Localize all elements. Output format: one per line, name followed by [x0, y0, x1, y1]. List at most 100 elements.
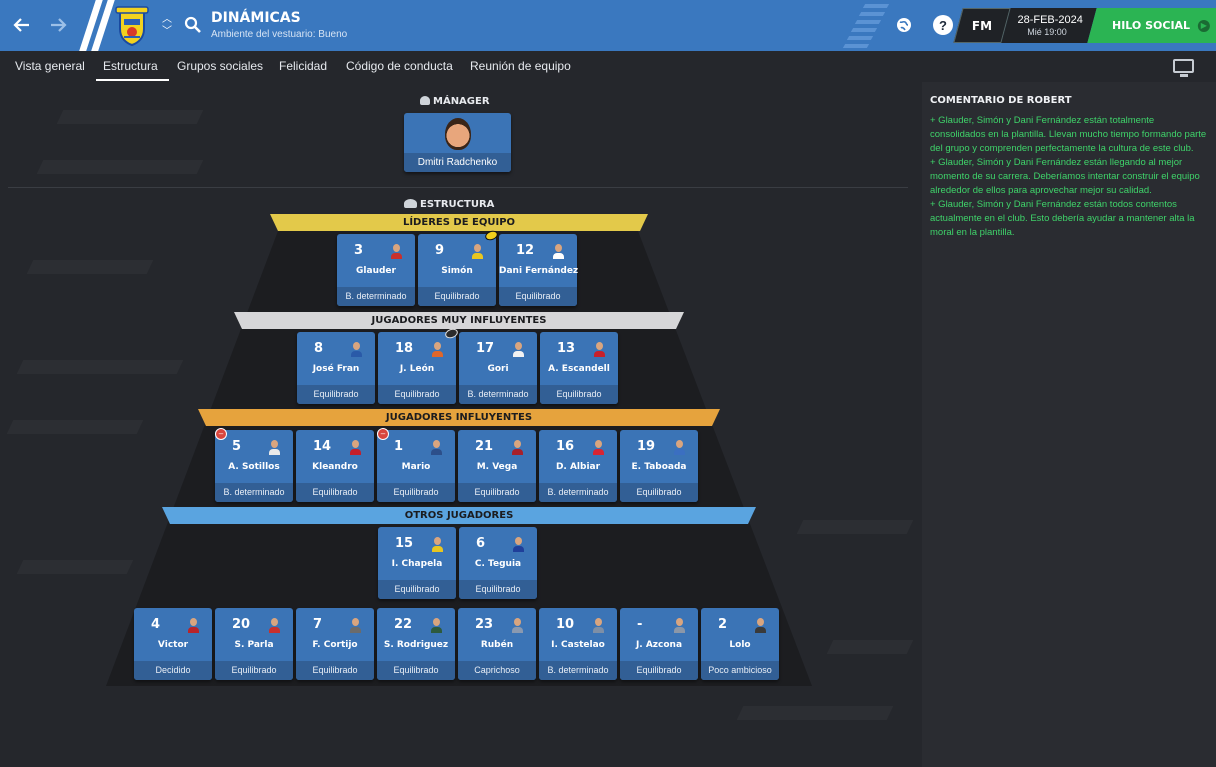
personality-label: Equilibrado: [458, 483, 536, 502]
player-name: Lolo: [729, 640, 751, 650]
squad-number: 17: [476, 341, 495, 356]
personality-label: Equilibrado: [378, 385, 456, 404]
player-card[interactable]: 8 José Fran Equilibrado: [297, 332, 375, 404]
player-card[interactable]: 2 Lolo Poco ambicioso: [701, 608, 779, 680]
player-card[interactable]: 20 S. Parla Equilibrado: [215, 608, 293, 680]
tier-banner-leaders: LÍDERES DE EQUIPO: [270, 214, 648, 231]
squad-number: 23: [475, 617, 494, 632]
squad-number: 1: [394, 439, 404, 454]
player-name: I. Chapela: [391, 559, 443, 569]
player-portrait: [430, 535, 445, 552]
personality-label: Equilibrado: [296, 661, 374, 680]
squad-number: 21: [475, 439, 494, 454]
player-portrait: [592, 340, 607, 357]
squad-number: 12: [516, 243, 535, 258]
player-name: Mario: [401, 462, 431, 472]
player-name: J. León: [399, 364, 435, 374]
personality-label: Equilibrado: [499, 287, 577, 306]
player-name: I. Castelao: [551, 640, 605, 650]
player-card[interactable]: 23 Rubén Caprichoso: [458, 608, 536, 680]
player-card[interactable]: 6 C. Teguia Equilibrado: [459, 527, 537, 599]
player-portrait: [430, 340, 445, 357]
player-portrait: [672, 616, 687, 633]
tier-label: OTROS JUGADORES: [404, 510, 514, 521]
player-card[interactable]: 3 Glauder B. determinado: [337, 234, 415, 306]
personality-label: Equilibrado: [377, 483, 455, 502]
player-card[interactable]: 21 M. Vega Equilibrado: [458, 430, 536, 502]
player-card[interactable]: 4 Victor Decidido: [134, 608, 212, 680]
squad-number: 18: [395, 341, 414, 356]
player-portrait: [429, 438, 444, 455]
player-card[interactable]: 9 Simón Equilibrado: [418, 229, 500, 306]
player-card[interactable]: 5 A. Sotillos B. determinado –: [215, 428, 293, 502]
player-name: Victor: [157, 640, 189, 650]
coach-comment-panel: COMENTARIO DE ROBERT + Glauder, Simón y …: [922, 82, 1216, 767]
player-name: S. Rodriguez: [383, 640, 449, 650]
player-card[interactable]: 12 Dani Fernández Equilibrado: [499, 234, 579, 306]
player-name: E. Taboada: [631, 462, 687, 472]
squad-number: 7: [313, 617, 323, 632]
player-card[interactable]: 14 Kleandro Equilibrado: [296, 430, 374, 502]
personality-label: Decidido: [134, 661, 212, 680]
player-card[interactable]: - J. Azcona Equilibrado: [620, 608, 698, 680]
player-name: José Fran: [312, 364, 360, 374]
player-name: A. Escandell: [548, 364, 610, 374]
player-name: A. Sotillos: [228, 462, 280, 472]
player-portrait: [349, 340, 364, 357]
squad-number: 15: [395, 536, 414, 551]
personality-label: Equilibrado: [297, 385, 375, 404]
player-portrait: [470, 242, 485, 259]
squad-number: 5: [232, 439, 242, 454]
player-portrait: [510, 438, 525, 455]
squad-number: 6: [476, 536, 486, 551]
player-card[interactable]: 22 S. Rodriguez Equilibrado: [377, 608, 455, 680]
personality-label: Equilibrado: [540, 385, 618, 404]
comment-list: + Glauder, Simón y Dani Fernández están …: [930, 114, 1210, 240]
personality-label: Equilibrado: [378, 580, 456, 599]
squad-number: 10: [556, 617, 575, 632]
player-name: Dani Fernández: [499, 266, 579, 276]
player-portrait: [429, 616, 444, 633]
personality-label: Equilibrado: [620, 483, 698, 502]
personality-label: Equilibrado: [418, 287, 496, 306]
player-portrait: [753, 616, 768, 633]
tier-label: JUGADORES MUY INFLUYENTES: [371, 315, 547, 326]
player-name: Rubén: [480, 640, 514, 650]
squad-number: 13: [557, 341, 576, 356]
player-portrait: [511, 535, 526, 552]
player-card[interactable]: 1 Mario Equilibrado –: [377, 428, 455, 502]
warning-icon[interactable]: –: [215, 428, 227, 440]
player-card[interactable]: 10 I. Castelao B. determinado: [539, 608, 617, 680]
player-card[interactable]: 16 D. Albiar B. determinado: [539, 430, 617, 502]
player-portrait: [389, 242, 404, 259]
comment-item: + Glauder, Simón y Dani Fernández están …: [930, 199, 1195, 238]
squad-number: 2: [718, 617, 728, 632]
player-name: S. Parla: [234, 640, 274, 650]
warning-icon[interactable]: –: [377, 428, 389, 440]
squad-number: 9: [435, 243, 445, 258]
player-card[interactable]: 17 Gori B. determinado: [459, 332, 537, 404]
personality-label: Equilibrado: [459, 580, 537, 599]
player-card[interactable]: 13 A. Escandell Equilibrado: [540, 332, 618, 404]
player-card[interactable]: 19 E. Taboada Equilibrado: [620, 430, 698, 502]
personality-label: Equilibrado: [377, 661, 455, 680]
tier-banner-very-influential: JUGADORES MUY INFLUYENTES: [234, 312, 684, 329]
player-card[interactable]: 18 J. León Equilibrado: [378, 327, 460, 404]
personality-label: Equilibrado: [215, 661, 293, 680]
squad-number: 16: [556, 439, 575, 454]
player-card[interactable]: 7 F. Cortijo Equilibrado: [296, 608, 374, 680]
squad-number: 14: [313, 439, 332, 454]
personality-label: B. determinado: [337, 287, 415, 306]
player-name: Simón: [441, 266, 473, 276]
player-portrait: [186, 616, 201, 633]
player-portrait: [591, 438, 606, 455]
personality-label: Caprichoso: [458, 661, 536, 680]
player-name: F. Cortijo: [312, 640, 358, 650]
player-portrait: [591, 616, 606, 633]
player-name: Glauder: [356, 266, 396, 276]
player-portrait: [267, 616, 282, 633]
player-portrait: [511, 340, 526, 357]
player-card[interactable]: 15 I. Chapela Equilibrado: [378, 527, 456, 599]
squad-number: 19: [637, 439, 656, 454]
player-portrait: [510, 616, 525, 633]
